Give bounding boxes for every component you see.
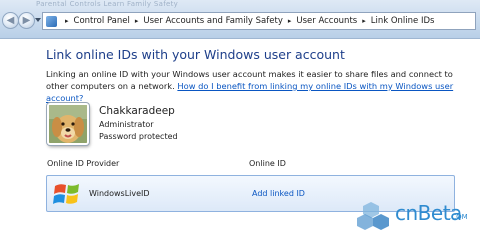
control-panel-icon: [46, 15, 57, 27]
user-role: Administrator: [99, 120, 154, 129]
dog-picture-icon: [49, 105, 87, 143]
password-status: Password protected: [99, 132, 178, 141]
breadcrumb-control-panel[interactable]: Control Panel: [74, 16, 130, 26]
page-description: Linking an online ID with your Windows u…: [46, 68, 466, 104]
navigation-bar: Parental Controls Learn Family Safety ◀ …: [0, 0, 480, 39]
forward-button[interactable]: ▶: [18, 12, 35, 29]
add-linked-id-link[interactable]: Add linked ID: [252, 189, 305, 198]
address-bar[interactable]: ▸ Control Panel ▸ User Accounts and Fami…: [42, 12, 476, 30]
breadcrumb-separator-icon[interactable]: ▸: [362, 17, 366, 25]
page-title: Link online IDs with your Windows user a…: [46, 47, 345, 62]
background-window-title: Parental Controls Learn Family Safety: [36, 0, 179, 8]
column-header-online-id: Online ID: [249, 159, 286, 168]
avatar: [47, 103, 89, 145]
breadcrumb-user-accounts[interactable]: User Accounts: [296, 16, 357, 26]
provider-name: WindowsLiveID: [89, 189, 150, 198]
back-button[interactable]: ◀: [2, 12, 19, 29]
recent-pages-dropdown-icon[interactable]: [35, 18, 41, 22]
breadcrumb-separator-icon[interactable]: ▸: [288, 17, 292, 25]
forward-arrow-icon: ▶: [22, 15, 31, 26]
breadcrumb-user-accounts-family-safety[interactable]: User Accounts and Family Safety: [143, 16, 282, 26]
user-name: Chakkaradeep: [99, 105, 175, 117]
breadcrumb-link-online-ids[interactable]: Link Online IDs: [371, 16, 435, 26]
back-arrow-icon: ◀: [6, 15, 15, 26]
breadcrumb-separator-icon[interactable]: ▸: [65, 17, 69, 25]
breadcrumb-separator-icon[interactable]: ▸: [135, 17, 139, 25]
column-header-provider: Online ID Provider: [47, 159, 120, 168]
watermark-suffix: .COM: [449, 213, 468, 221]
windows-logo-icon: [53, 184, 79, 204]
